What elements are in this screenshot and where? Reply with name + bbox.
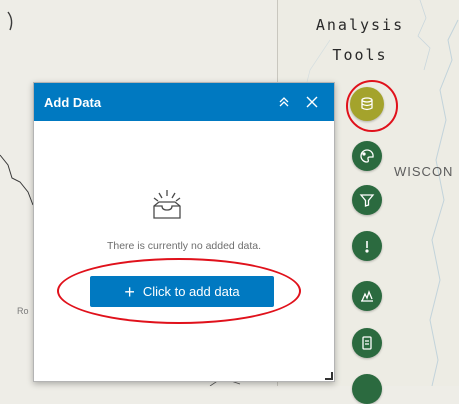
title-line-1: Analysis xyxy=(315,16,405,34)
filter-icon xyxy=(359,194,375,207)
title-line-2: Tools xyxy=(332,46,388,64)
map-boundary xyxy=(7,11,13,31)
click-to-add-data-button[interactable]: + Click to add data xyxy=(90,276,274,307)
map-boundary xyxy=(0,154,34,206)
add-data-tool-button[interactable] xyxy=(350,87,384,121)
additional-tool-button[interactable] xyxy=(352,374,382,404)
empty-message: There is currently no added data. xyxy=(106,240,262,252)
chart-icon xyxy=(361,290,373,302)
symbology-tool-button[interactable] xyxy=(352,141,382,171)
add-data-dialog: Add Data There is currently no added dat… xyxy=(33,82,335,382)
resize-handle-icon[interactable] xyxy=(323,370,333,380)
print-icon xyxy=(362,336,372,350)
state-label: WISCON xyxy=(394,164,454,179)
add-button-label: Click to add data xyxy=(142,284,240,299)
palette-icon xyxy=(360,149,374,163)
double-chevron-up-icon xyxy=(279,97,289,107)
empty-tray-icon xyxy=(153,190,181,219)
close-button[interactable] xyxy=(300,90,324,114)
alert-icon xyxy=(365,241,369,253)
dialog-title: Add Data xyxy=(44,94,102,110)
alert-tool-button[interactable] xyxy=(352,231,382,261)
dialog-header: Add Data xyxy=(34,83,334,121)
print-tool-button[interactable] xyxy=(352,328,382,358)
close-icon xyxy=(306,96,318,108)
plus-icon: + xyxy=(124,281,135,302)
analysis-tools-title: Analysis Tools xyxy=(300,10,420,70)
chart-tool-button[interactable] xyxy=(352,281,382,311)
database-icon xyxy=(361,97,373,111)
collapse-button[interactable] xyxy=(272,90,296,114)
filter-tool-button[interactable] xyxy=(352,185,382,215)
place-label: Ro xyxy=(17,306,29,316)
